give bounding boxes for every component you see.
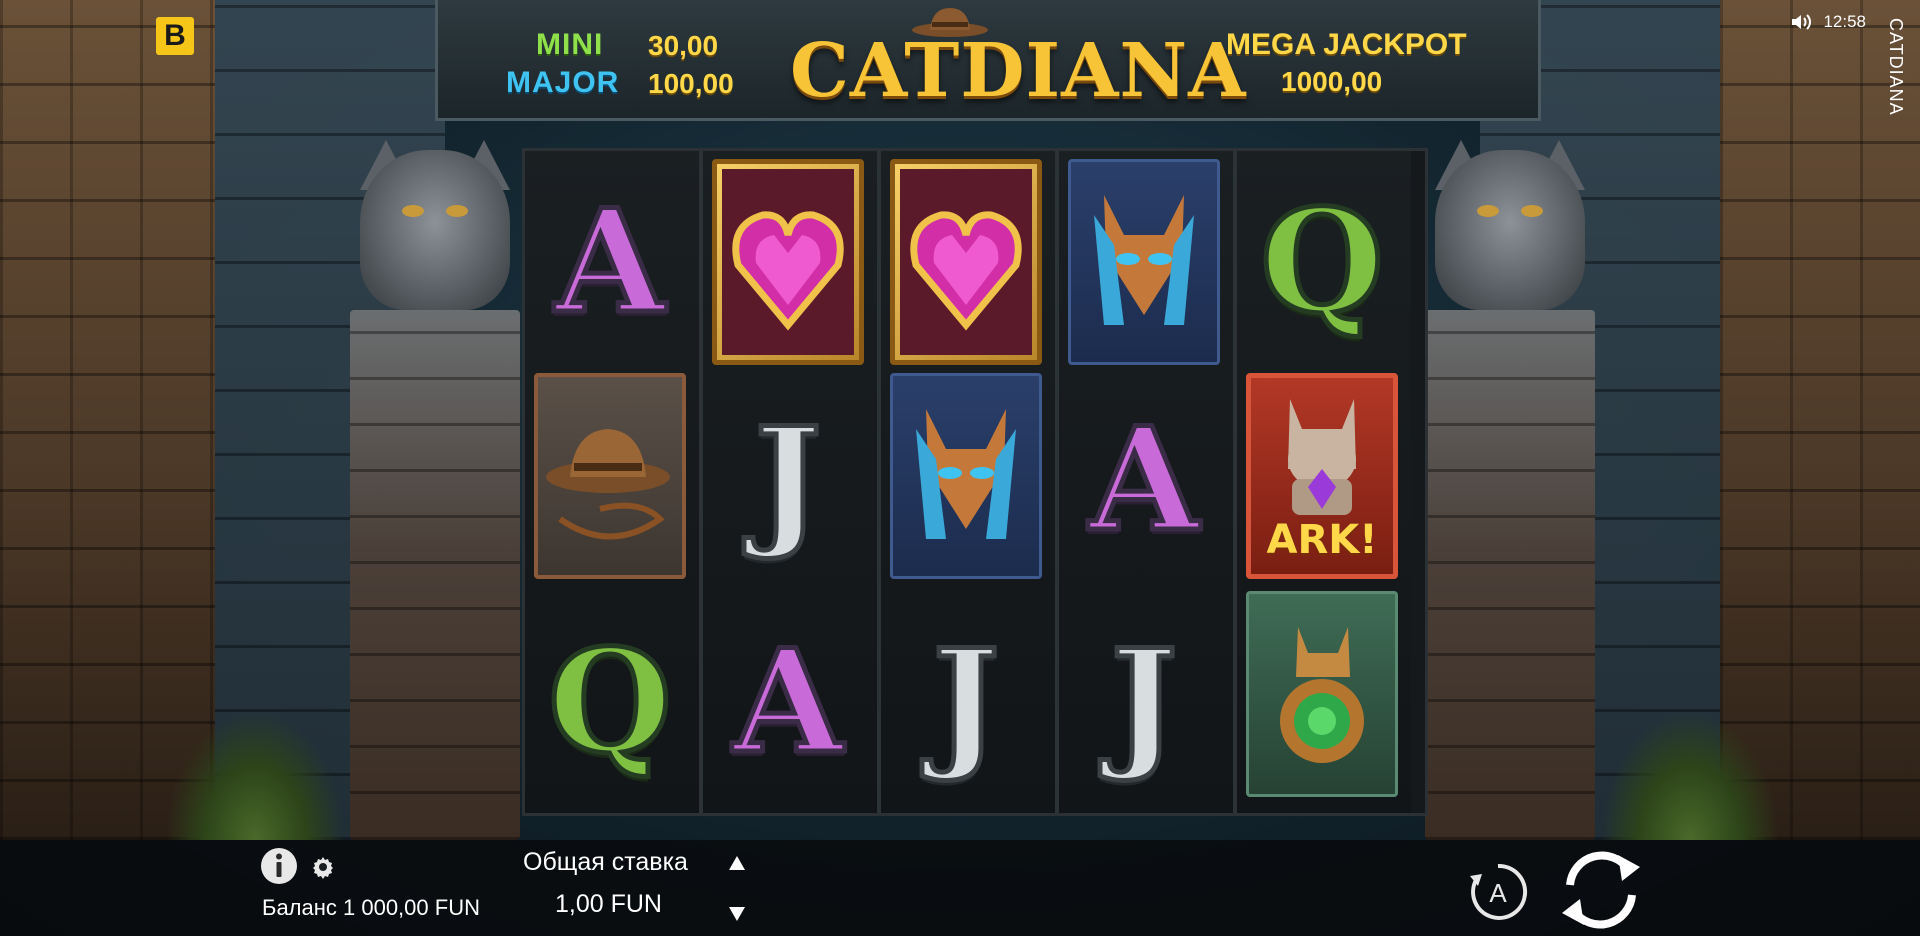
total-bet-label: Общая ставка (523, 848, 688, 876)
status-bar: 12:58 (1789, 10, 1866, 34)
symbol-hat-whip (530, 369, 690, 583)
cat-statue-left (350, 140, 520, 840)
bet-increase-icon[interactable] (727, 854, 747, 872)
bet-decrease-icon[interactable] (727, 905, 747, 923)
side-game-title: CATDIANA (1886, 18, 1906, 116)
jackpot-major-value: 100,00 (648, 68, 734, 99)
brand-logo: B (156, 17, 194, 55)
gear-icon[interactable] (311, 855, 335, 879)
jackpot-major-label: MAJOR (506, 66, 620, 99)
cat-mask-icon (916, 409, 1016, 539)
symbol-cat-amulet (1242, 587, 1402, 801)
jackpot-mini-label: MINI (536, 28, 604, 61)
game-logo: CATDIANA (790, 28, 1247, 114)
symbol-heart-gem (886, 155, 1046, 369)
symbol-heart-gem (708, 155, 868, 369)
jackpot-mini-value: 30,00 (648, 30, 719, 61)
spin-button[interactable] (1556, 845, 1646, 935)
cat-amulet-icon (1280, 627, 1364, 763)
speaker-icon[interactable] (1789, 10, 1813, 34)
jackpot-mega-label: MEGA JACKPOT (1226, 28, 1467, 61)
symbol-letter-q: Q (546, 619, 675, 785)
symbol-letter-q: Q (1258, 179, 1387, 345)
info-icon[interactable] (260, 847, 298, 885)
balance-display: Баланс 1 000,00 FUN (262, 895, 480, 920)
cat-mask-icon (1094, 195, 1194, 325)
bg-plant-right (1600, 710, 1780, 840)
heart-gem-icon (722, 169, 854, 355)
symbol-letter-j: J (752, 397, 824, 563)
symbol-letter-a: A (552, 179, 667, 345)
symbol-cat-mask (886, 369, 1046, 583)
autoplay-letter: A (1489, 878, 1507, 908)
jackpot-mega-value: 1000,00 (1281, 66, 1383, 97)
clock-time: 12:58 (1823, 12, 1866, 31)
symbol-letter-j: J (1108, 619, 1180, 785)
heart-gem-icon (900, 169, 1032, 355)
ark-label: ARK! (1266, 517, 1378, 563)
symbol-ark-cat-statue: ARK! (1242, 369, 1402, 583)
hat-whip-icon (546, 429, 670, 540)
autoplay-button[interactable]: A (1468, 862, 1528, 922)
symbol-letter-a: A (1086, 397, 1201, 563)
bg-plant-left (165, 710, 345, 840)
symbol-letter-a: A (730, 619, 845, 785)
cat-statue-right (1425, 140, 1595, 840)
reel-grid: A Q J A J A J Q ARK! (522, 148, 1428, 816)
symbol-letter-j: J (930, 619, 1002, 785)
symbol-cat-mask (1064, 155, 1224, 369)
total-bet-value: 1,00 FUN (555, 890, 662, 918)
